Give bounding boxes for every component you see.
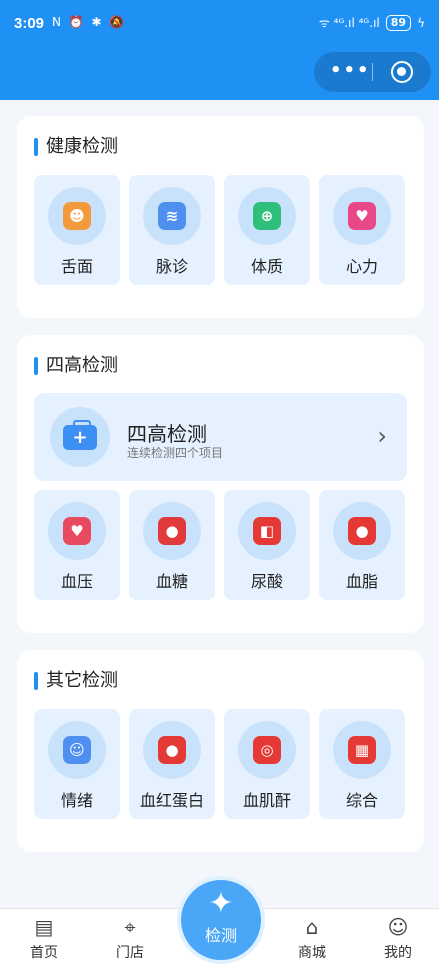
tile-hemoglobin[interactable]: ● 血红蛋白 — [129, 709, 215, 819]
tile-label: 血压 — [60, 572, 93, 591]
user-icon: ☺ — [387, 915, 409, 939]
smile-icon: ☺ — [63, 736, 91, 764]
tab-label: 商城 — [298, 945, 326, 961]
banner-title: 四高检测 — [127, 422, 207, 446]
tile-icon-bg: ● — [333, 502, 391, 560]
tile-icon-bg: ♥ — [333, 187, 391, 245]
four-high-banner[interactable]: + 四高检测 连续检测四个项目 › — [34, 393, 407, 481]
mini-program-capsule: ••• — [314, 52, 431, 92]
target-icon[interactable] — [391, 61, 413, 83]
tile-icon-bg: ≋ — [143, 187, 201, 245]
tab-label: 我的 — [384, 945, 412, 961]
tile-label: 脉诊 — [155, 257, 188, 276]
tile-label: 血脂 — [345, 572, 378, 591]
tile-comprehensive[interactable]: ▦ 综合 — [319, 709, 405, 819]
four-high-card: 四高检测 + 四高检测 连续检测四个项目 › ♥ 血压 ● 血糖 ◧ 尿酸 ● … — [17, 335, 424, 633]
tile-label: 心力 — [345, 257, 378, 276]
tile-blood-pressure[interactable]: ♥ 血压 — [34, 490, 120, 600]
tile-creatinine[interactable]: ◎ 血肌酐 — [224, 709, 310, 819]
grid-icon: ▦ — [348, 736, 376, 764]
tile-label: 综合 — [345, 791, 378, 810]
accessibility-person-icon: ✦ — [208, 886, 234, 921]
tab-detect-center-button[interactable]: ✦ 检测 — [177, 876, 265, 964]
tab-label: 门店 — [116, 945, 144, 961]
tab-mall[interactable]: ⌂ 商城 — [282, 909, 342, 970]
medical-kit-icon: + — [63, 420, 97, 450]
tile-icon-bg: ● — [143, 721, 201, 779]
banner-subtitle: 连续检测四个项目 — [127, 446, 224, 460]
health-check-card: 健康检测 ☻ 舌面 ≋ 脉诊 ⊕ 体质 ♥ 心力 — [17, 116, 424, 318]
battery-icon: 89 — [385, 14, 412, 31]
heart-icon: ♥ — [348, 202, 376, 230]
tile-constitution[interactable]: ⊕ 体质 — [224, 175, 310, 285]
tab-label: 检测 — [204, 926, 237, 945]
tile-icon-bg: ◎ — [238, 721, 296, 779]
location-pin-icon: ⌖ — [124, 915, 136, 939]
section-title: 四高检测 — [34, 355, 118, 377]
banner-icon-bg: + — [50, 407, 110, 467]
tile-icon-bg: ◧ — [238, 502, 296, 560]
shop-icon: ⌂ — [305, 915, 319, 939]
tile-label: 舌面 — [60, 257, 93, 276]
tile-icon-bg: ♥ — [48, 502, 106, 560]
status-time: 3:09 — [14, 15, 45, 32]
tile-uric-acid[interactable]: ◧ 尿酸 — [224, 490, 310, 600]
tile-heart[interactable]: ♥ 心力 — [319, 175, 405, 285]
tile-emotion[interactable]: ☺ 情绪 — [34, 709, 120, 819]
tile-pulse[interactable]: ≋ 脉诊 — [129, 175, 215, 285]
tile-label: 血肌酐 — [242, 791, 291, 810]
chat-plus-icon: ⊕ — [253, 202, 281, 230]
more-dots-icon[interactable]: ••• — [330, 60, 371, 81]
tile-label: 血糖 — [155, 572, 188, 591]
tab-label: 首页 — [30, 945, 58, 961]
section-title: 其它检测 — [34, 670, 118, 692]
tab-mine[interactable]: ☺ 我的 — [368, 909, 428, 970]
signal-icon: ᯤ ⁴ᴳ.ıl ⁴ᴳ.ıl — [318, 16, 380, 30]
tile-label: 血红蛋白 — [139, 791, 204, 810]
tongue-icon: ☻ — [63, 202, 91, 230]
other-check-card: 其它检测 ☺ 情绪 ● 血红蛋白 ◎ 血肌酐 ▦ 综合 — [17, 650, 424, 852]
tab-home[interactable]: ▤ 首页 — [14, 909, 74, 970]
tile-label: 体质 — [250, 257, 283, 276]
charging-icon: ϟ — [417, 15, 425, 30]
lipid-drop-icon: ● — [348, 517, 376, 545]
tile-icon-bg: ▦ — [333, 721, 391, 779]
heart-pulse-icon: ♥ — [63, 517, 91, 545]
tile-blood-lipid[interactable]: ● 血脂 — [319, 490, 405, 600]
section-title: 健康检测 — [34, 136, 118, 158]
tile-label: 情绪 — [60, 791, 93, 810]
tile-blood-sugar[interactable]: ● 血糖 — [129, 490, 215, 600]
home-doc-icon: ▤ — [34, 915, 54, 939]
blood-drop-icon: ● — [158, 517, 186, 545]
pulse-hand-icon: ≋ — [158, 202, 186, 230]
notification-icons: N ⏰ ✱ 🔕 — [52, 15, 127, 29]
chevron-right-icon: › — [377, 422, 387, 450]
tile-label: 尿酸 — [250, 572, 283, 591]
tab-store[interactable]: ⌖ 门店 — [100, 909, 160, 970]
capsule-divider — [372, 63, 373, 81]
status-right: ᯤ ⁴ᴳ.ıl ⁴ᴳ.ıl 89 ϟ — [319, 14, 425, 31]
blood-cells-icon: ● — [158, 736, 186, 764]
kidney-icon: ◎ — [253, 736, 281, 764]
header-bar: 3:09 N ⏰ ✱ 🔕 ᯤ ⁴ᴳ.ıl ⁴ᴳ.ıl 89 ϟ ••• — [0, 0, 439, 100]
tile-icon-bg: ☻ — [48, 187, 106, 245]
tile-icon-bg: ☺ — [48, 721, 106, 779]
tile-icon-bg: ● — [143, 502, 201, 560]
tile-icon-bg: ⊕ — [238, 187, 296, 245]
tile-tongue[interactable]: ☻ 舌面 — [34, 175, 120, 285]
test-tube-icon: ◧ — [253, 517, 281, 545]
